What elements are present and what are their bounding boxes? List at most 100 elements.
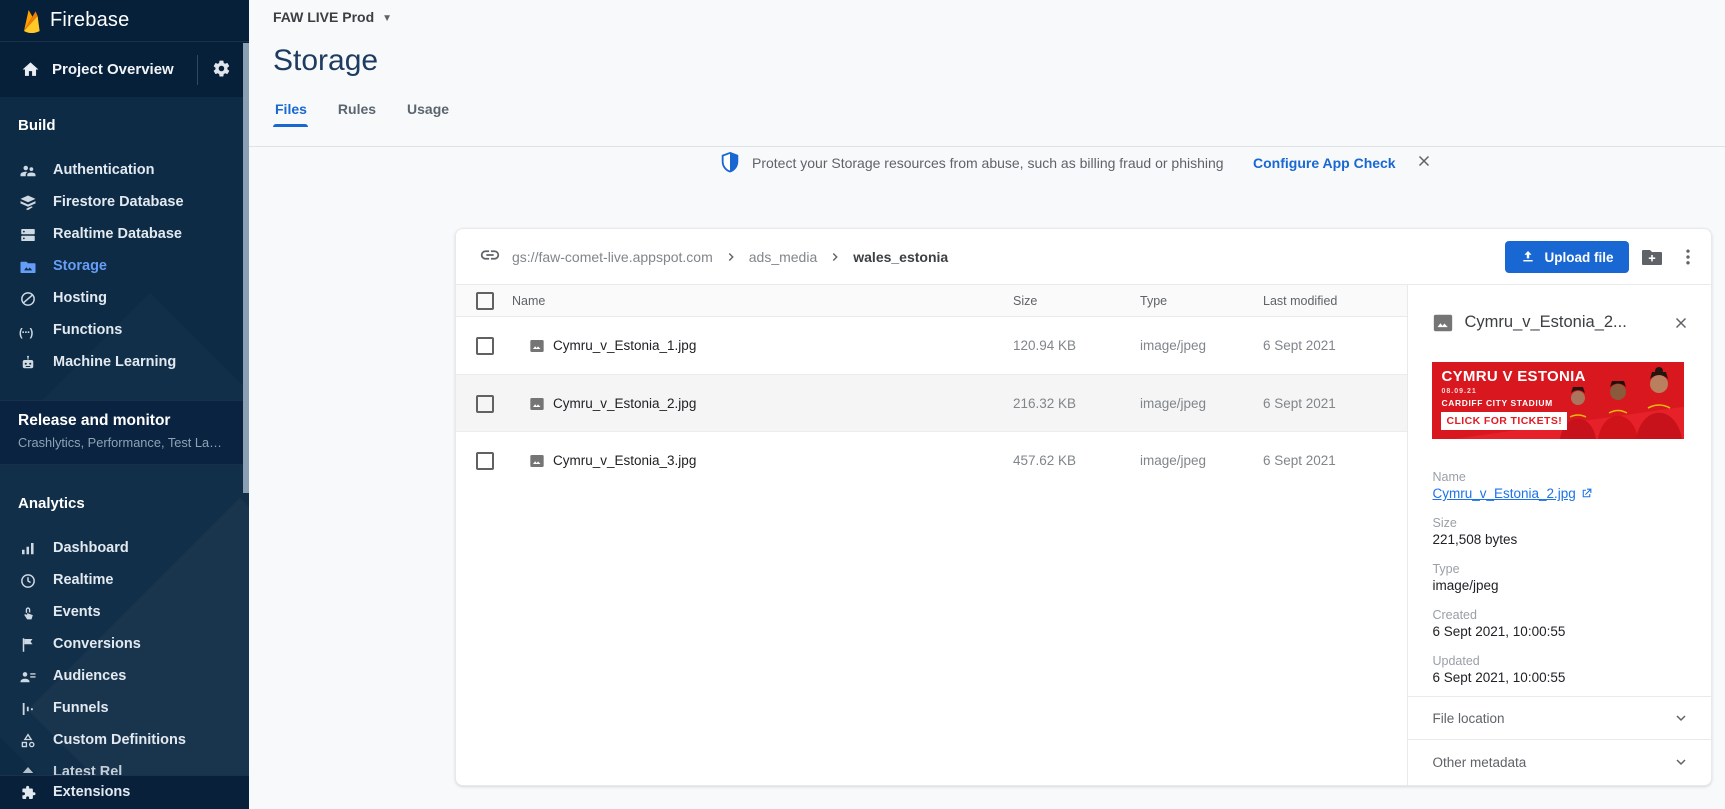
create-folder-icon[interactable] bbox=[1640, 245, 1664, 274]
image-file-icon bbox=[529, 453, 545, 474]
divider bbox=[197, 55, 198, 85]
row-checkbox[interactable] bbox=[476, 452, 494, 470]
sidebar-item-firestore-database[interactable]: Firestore Database bbox=[0, 187, 249, 219]
functions-icon: (···) bbox=[19, 322, 37, 340]
firebase-console: Firebase Project Overview Build Authenti… bbox=[0, 0, 1725, 809]
browser-toolbar: gs://faw-comet-live.appspot.com ads_medi… bbox=[456, 229, 1711, 285]
chevron-down-icon bbox=[1673, 754, 1689, 775]
extensions-band: Extensions bbox=[0, 775, 249, 809]
select-all-checkbox[interactable] bbox=[476, 292, 494, 310]
row-checkbox[interactable] bbox=[476, 337, 494, 355]
table-header: Name Size Type Last modified bbox=[456, 285, 1407, 317]
sidebar-item-conversions[interactable]: Conversions bbox=[0, 629, 249, 661]
page-title: Storage bbox=[273, 44, 378, 78]
field-value-type: image/jpeg bbox=[1432, 578, 1498, 593]
column-header-size[interactable]: Size bbox=[1013, 294, 1037, 308]
firestore-icon bbox=[19, 194, 37, 212]
sidebar-scrollbar[interactable] bbox=[243, 43, 249, 493]
clock-icon bbox=[19, 572, 37, 590]
project-overview-label: Project Overview bbox=[52, 61, 174, 78]
breadcrumb-bucket[interactable]: gs://faw-comet-live.appspot.com bbox=[512, 249, 713, 265]
globe-icon bbox=[19, 290, 37, 308]
link-icon[interactable] bbox=[479, 244, 501, 271]
table-row[interactable]: Cymru_v_Estonia_3.jpg 457.62 KB image/jp… bbox=[456, 431, 1407, 488]
release-monitor-subtitle: Crashlytics, Performance, Test La… bbox=[18, 435, 222, 450]
sidebar-item-extensions[interactable]: Extensions bbox=[0, 777, 249, 809]
sidebar-item-events[interactable]: Events bbox=[0, 597, 249, 629]
section-label-build: Build bbox=[18, 117, 56, 134]
table-row-selected[interactable]: Cymru_v_Estonia_2.jpg 216.32 KB image/jp… bbox=[456, 374, 1407, 431]
field-label-size: Size bbox=[1432, 516, 1456, 530]
file-list: Name Size Type Last modified Cymru_v_Est… bbox=[456, 285, 1407, 786]
flag-icon bbox=[19, 636, 37, 654]
file-preview-image[interactable]: CYMRU V ESTONIA 08.09.21 CARDIFF CITY ST… bbox=[1432, 362, 1684, 439]
bar-chart-icon bbox=[19, 540, 37, 558]
column-header-last-modified[interactable]: Last modified bbox=[1263, 294, 1337, 308]
details-title: Cymru_v_Estonia_2... bbox=[1464, 313, 1626, 332]
shield-icon bbox=[719, 151, 741, 180]
storage-folder-icon bbox=[19, 258, 37, 276]
database-icon bbox=[19, 226, 37, 244]
chevron-right-icon bbox=[828, 250, 842, 264]
puzzle-icon bbox=[19, 784, 37, 802]
firebase-logo-row[interactable]: Firebase bbox=[0, 0, 249, 42]
field-value-created: 6 Sept 2021, 10:00:55 bbox=[1432, 624, 1565, 639]
storage-browser-card: gs://faw-comet-live.appspot.com ads_medi… bbox=[455, 228, 1712, 786]
sidebar-item-hosting[interactable]: Hosting bbox=[0, 283, 249, 315]
sidebar-item-realtime-database[interactable]: Realtime Database bbox=[0, 219, 249, 251]
funnel-bars-icon bbox=[19, 700, 37, 718]
breadcrumb-current-folder: wales_estonia bbox=[853, 249, 948, 265]
brand-name: Firebase bbox=[50, 9, 129, 32]
sidebar-header: Firebase Project Overview bbox=[0, 0, 249, 97]
image-file-icon bbox=[529, 396, 545, 417]
field-value-updated: 6 Sept 2021, 10:00:55 bbox=[1432, 670, 1565, 685]
configure-app-check-link[interactable]: Configure App Check bbox=[1253, 155, 1396, 171]
upload-icon bbox=[1520, 249, 1536, 265]
main-content: FAW LIVE Prod▼ Storage Files Rules Usage… bbox=[249, 0, 1725, 809]
sidebar-item-functions[interactable]: (···) Functions bbox=[0, 315, 249, 347]
section-label-analytics: Analytics bbox=[18, 495, 85, 512]
row-checkbox[interactable] bbox=[476, 395, 494, 413]
dropdown-caret-icon: ▼ bbox=[382, 13, 392, 24]
sidebar-item-storage[interactable]: Storage bbox=[0, 251, 249, 283]
sidebar-item-audiences[interactable]: Audiences bbox=[0, 661, 249, 693]
sidebar-item-funnels[interactable]: Funnels bbox=[0, 693, 249, 725]
file-location-expander[interactable]: File location bbox=[1408, 696, 1711, 739]
close-icon[interactable] bbox=[1672, 314, 1690, 337]
tab-rules[interactable]: Rules bbox=[338, 101, 376, 125]
table-row[interactable]: Cymru_v_Estonia_1.jpg 120.94 KB image/jp… bbox=[456, 317, 1407, 374]
tab-usage[interactable]: Usage bbox=[407, 101, 449, 125]
preview-date: 08.09.21 bbox=[1441, 388, 1476, 395]
person-list-icon bbox=[19, 668, 37, 686]
field-value-name: Cymru_v_Estonia_2.jpg bbox=[1432, 486, 1592, 501]
upload-file-button[interactable]: Upload file bbox=[1505, 241, 1629, 273]
preview-cta: CLICK FOR TICKETS! bbox=[1441, 412, 1567, 430]
breadcrumb-folder[interactable]: ads_media bbox=[749, 249, 818, 265]
tab-files[interactable]: Files bbox=[275, 101, 307, 125]
sidebar-item-realtime[interactable]: Realtime bbox=[0, 565, 249, 597]
sidebar-item-authentication[interactable]: Authentication bbox=[0, 155, 249, 187]
close-icon[interactable] bbox=[1415, 152, 1433, 175]
app-check-banner: Protect your Storage resources from abus… bbox=[249, 147, 1725, 179]
project-selector[interactable]: FAW LIVE Prod▼ bbox=[273, 9, 392, 25]
column-header-type[interactable]: Type bbox=[1140, 294, 1167, 308]
sidebar-item-custom-definitions[interactable]: Custom Definitions bbox=[0, 725, 249, 757]
file-details-panel: Cymru_v_Estonia_2... bbox=[1407, 285, 1711, 786]
sidebar-item-machine-learning[interactable]: Machine Learning bbox=[0, 347, 249, 379]
sidebar-item-dashboard[interactable]: Dashboard bbox=[0, 533, 249, 565]
file-name-link[interactable]: Cymru_v_Estonia_2.jpg bbox=[1432, 486, 1592, 501]
tab-bar: Files Rules Usage bbox=[275, 101, 449, 125]
section-release-and-monitor[interactable]: Release and monitor Crashlytics, Perform… bbox=[0, 400, 249, 465]
external-link-icon bbox=[1580, 487, 1593, 500]
sidebar: Firebase Project Overview Build Authenti… bbox=[0, 0, 249, 809]
image-file-icon bbox=[529, 338, 545, 359]
sidebar-item-project-overview[interactable]: Project Overview bbox=[0, 42, 249, 97]
image-file-icon bbox=[1432, 312, 1454, 339]
app-check-message: Protect your Storage resources from abus… bbox=[752, 155, 1224, 171]
active-tab-underline bbox=[273, 124, 308, 127]
column-header-name[interactable]: Name bbox=[512, 294, 545, 308]
release-monitor-label: Release and monitor bbox=[18, 412, 170, 430]
other-metadata-expander[interactable]: Other metadata bbox=[1408, 739, 1711, 786]
gear-icon[interactable] bbox=[212, 59, 231, 83]
overflow-menu-icon[interactable] bbox=[1678, 244, 1698, 275]
